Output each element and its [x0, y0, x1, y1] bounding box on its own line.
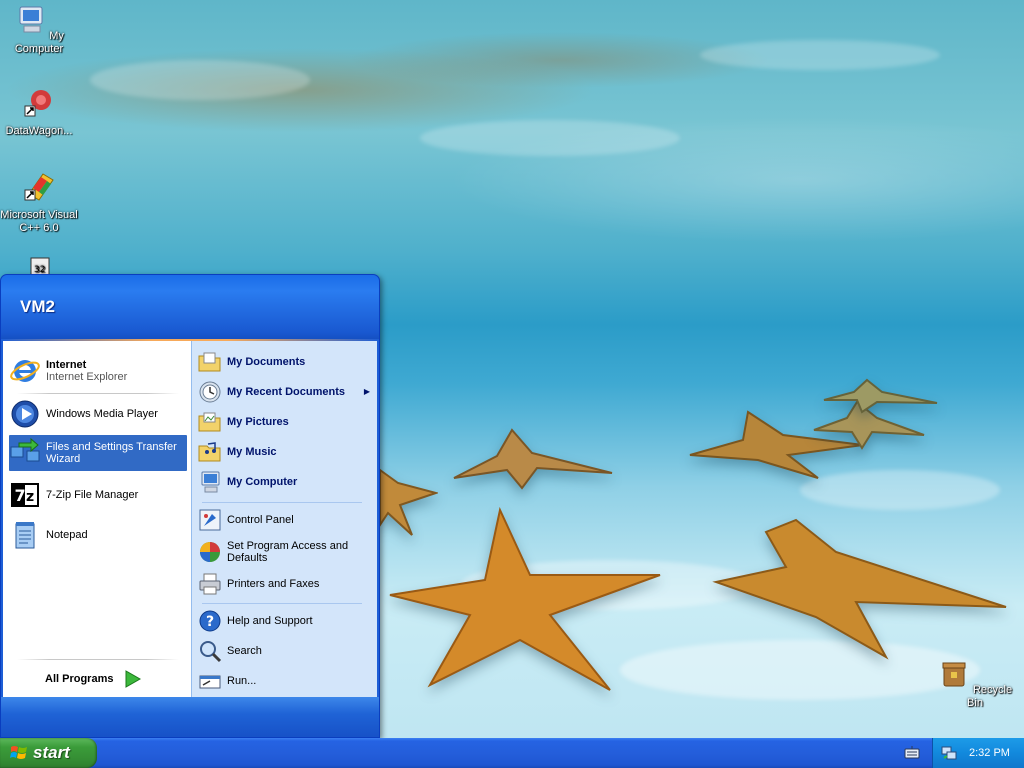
control-panel-icon — [199, 509, 221, 531]
setting-printers-faxes[interactable]: Printers and Faxes — [198, 571, 374, 597]
system-search[interactable]: Search — [198, 637, 374, 665]
windows-logo-icon — [10, 746, 27, 759]
shortcut-icon: 32 — [30, 257, 50, 274]
place-my-recent-documents[interactable]: My Recent Documents ▶ — [198, 379, 374, 405]
place-my-computer[interactable]: My Computer — [198, 469, 374, 495]
starfish-image — [712, 518, 1007, 660]
separator — [202, 502, 362, 503]
desktop-icon-datawagon[interactable]: DataWagon... — [0, 86, 78, 138]
svg-text:7: 7 — [15, 486, 26, 505]
svg-text:32: 32 — [34, 265, 45, 274]
network-icon[interactable] — [941, 745, 957, 761]
desktop-icon-recycle-bin[interactable]: Recycle Bin — [936, 658, 1014, 710]
separator — [17, 659, 179, 660]
printer-icon — [199, 573, 221, 595]
desktop-icon-my-computer[interactable]: My Computer — [0, 4, 78, 56]
music-folder-icon — [198, 442, 221, 462]
program-defaults-icon — [200, 542, 220, 562]
desktop-icon-visual-cpp[interactable]: Microsoft Visual C++ 6.0 — [0, 170, 78, 235]
taskbar: start 2:32 PM — [0, 738, 1024, 768]
place-my-pictures[interactable]: My Pictures — [198, 409, 374, 435]
seven-zip-icon: 7 z — [11, 483, 39, 507]
place-my-music[interactable]: My Music — [198, 439, 374, 465]
desktop-icon-hidden[interactable]: 32 — [0, 250, 78, 274]
keyboard-icon[interactable] — [904, 746, 920, 760]
recycle-bin-icon — [942, 662, 966, 687]
recent-documents-icon — [199, 381, 221, 403]
svg-text:?: ? — [206, 614, 214, 630]
system-run[interactable]: Run... — [198, 667, 374, 695]
setting-program-access[interactable]: Set Program Access and Defaults — [198, 537, 374, 567]
transfer-wizard-icon — [10, 437, 40, 462]
place-my-documents[interactable]: My Documents — [198, 349, 374, 375]
start-menu-footer — [1, 697, 379, 737]
pinned-item-title: Internet — [46, 359, 87, 371]
starfish-image — [453, 428, 613, 490]
starfish-image — [379, 468, 438, 536]
pinned-item-internet[interactable]: Internet Internet Explorer — [9, 353, 187, 389]
recent-item-notepad[interactable]: Notepad — [9, 517, 187, 553]
start-menu-places-pane: My Documents My Recent Documents ▶ My Pi… — [191, 341, 377, 697]
svg-text:z: z — [26, 489, 34, 505]
computer-icon — [19, 6, 43, 33]
pinned-item-subtitle: Internet Explorer — [46, 371, 128, 383]
visual-cpp-icon — [24, 173, 54, 201]
search-icon — [200, 641, 222, 663]
media-player-icon — [11, 400, 39, 428]
computer-icon — [201, 471, 220, 493]
system-help-support[interactable]: ? Help and Support — [198, 607, 374, 635]
recent-item-transfer-wizard[interactable]: Files and Settings Transfer Wizard — [9, 435, 187, 471]
start-menu: VM2 Internet Internet Explorer Windows M… — [0, 274, 380, 738]
pictures-folder-icon — [198, 412, 221, 432]
starfish-image — [823, 378, 938, 414]
notepad-icon — [15, 522, 35, 549]
start-label: start — [33, 743, 70, 762]
separator — [17, 393, 179, 394]
start-button[interactable]: start — [0, 738, 97, 768]
start-menu-header: VM2 — [1, 275, 379, 339]
recent-item-7zip[interactable]: 7 z 7-Zip File Manager — [9, 477, 187, 513]
help-icon: ? — [199, 610, 221, 632]
separator — [202, 603, 362, 604]
run-icon — [199, 675, 221, 689]
datawagon-icon — [24, 90, 51, 117]
start-menu-programs-pane: Internet Internet Explorer Windows Media… — [3, 341, 191, 697]
green-arrow-icon — [125, 670, 142, 688]
submenu-arrow-icon: ▶ — [363, 387, 370, 396]
system-tray: 2:32 PM — [932, 738, 1024, 768]
setting-control-panel[interactable]: Control Panel — [198, 507, 374, 533]
recent-item-media-player[interactable]: Windows Media Player — [9, 396, 187, 432]
all-programs-button[interactable]: All Programs — [45, 669, 142, 689]
documents-folder-icon — [198, 352, 221, 372]
clock[interactable]: 2:32 PM — [969, 747, 1010, 759]
internet-explorer-icon — [10, 360, 40, 382]
user-name: VM2 — [20, 297, 55, 316]
